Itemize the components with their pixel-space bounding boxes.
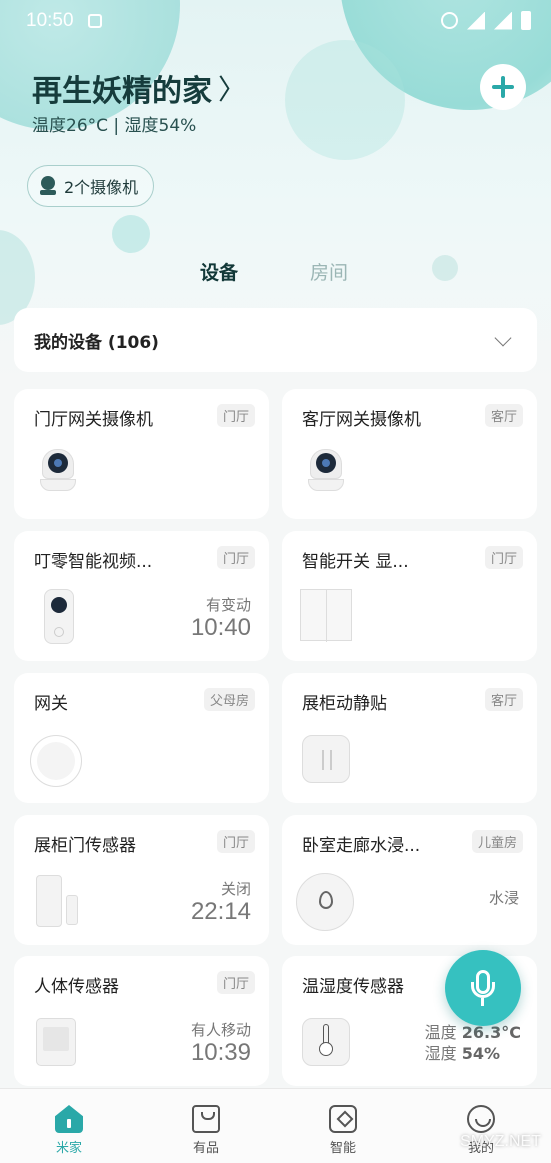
nav-label: 智能 — [329, 1141, 356, 1156]
room-badge: 门厅 — [216, 546, 255, 569]
microphone-base — [481, 998, 484, 1006]
device-status-time: 22:14 — [190, 898, 251, 925]
device-card[interactable]: 叮零智能视频... 门厅 有变动 10:40 — [14, 531, 269, 661]
device-name: 展柜门传感器 — [34, 836, 136, 856]
nav-label: 米家 — [55, 1141, 82, 1156]
device-status-label: 水浸 — [488, 889, 519, 907]
device-name: 展柜动静贴 — [302, 694, 387, 714]
watermark: SMYZ.NET — [460, 1133, 541, 1150]
device-name: 叮零智能视频... — [34, 552, 153, 572]
camera-icon — [308, 447, 352, 501]
signal-icon — [494, 11, 512, 30]
wall-switch-icon — [300, 589, 352, 643]
mi-icon — [87, 14, 102, 28]
motion-sensor-icon — [36, 1014, 80, 1068]
nav-shop[interactable]: 有品 — [166, 1089, 246, 1163]
my-devices-label: 我的设备 (106) — [34, 332, 159, 353]
device-status-time: 10:39 — [190, 1039, 251, 1066]
device-card[interactable]: 人体传感器 门厅 有人移动 10:39 — [14, 956, 269, 1086]
bottom-nav: 米家 有品 智能 我的 — [0, 1088, 551, 1163]
temperature-value: 26.3°C — [461, 1023, 521, 1042]
tab-devices[interactable]: 设备 — [200, 258, 238, 285]
tab-rooms[interactable]: 房间 — [310, 258, 348, 285]
device-name: 智能开关 显... — [302, 552, 409, 572]
device-name: 客厅网关摄像机 — [302, 410, 421, 430]
device-card[interactable]: 展柜动静贴 客厅 — [282, 673, 537, 803]
home-environment: 温度26°C | 湿度54% — [32, 116, 197, 136]
gateway-icon — [30, 731, 82, 787]
device-card[interactable]: 展柜门传感器 门厅 关闭 22:14 — [14, 815, 269, 945]
device-name: 门厅网关摄像机 — [34, 410, 153, 430]
room-badge: 客厅 — [484, 688, 523, 711]
status-time: 10:50 — [26, 10, 74, 31]
room-badge: 门厅 — [216, 404, 255, 427]
room-badge: 儿童房 — [471, 830, 523, 853]
humidity-row: 湿度 54% — [425, 1043, 521, 1064]
device-name: 人体传感器 — [34, 977, 119, 997]
temperature-label: 温度 — [424, 1023, 457, 1042]
device-name: 卧室走廊水浸... — [302, 836, 421, 856]
profile-icon — [467, 1105, 495, 1133]
temperature-row: 温度 26.3°C — [425, 1022, 521, 1043]
device-card[interactable]: 网关 父母房 — [14, 673, 269, 803]
room-badge: 门厅 — [216, 830, 255, 853]
device-card[interactable]: 智能开关 显... 门厅 — [282, 531, 537, 661]
temp-humidity-readout: 温度 26.3°C 湿度 54% — [425, 1022, 521, 1064]
room-badge: 父母房 — [203, 688, 255, 711]
room-badge: 门厅 — [216, 971, 255, 994]
cameras-label: 2个摄像机 — [64, 178, 139, 197]
device-card[interactable]: 卧室走廊水浸... 儿童房 水浸 — [282, 815, 537, 945]
battery-icon — [521, 11, 531, 30]
device-card[interactable]: 客厅网关摄像机 客厅 — [282, 389, 537, 519]
home-name: 再生妖精的家 — [32, 74, 212, 109]
camera-icon — [40, 176, 56, 196]
home-selector[interactable]: 再生妖精的家 〉 — [32, 66, 246, 110]
doorbell-icon — [40, 589, 84, 644]
device-status-label: 关闭 — [220, 880, 251, 898]
water-sensor-icon — [296, 873, 354, 931]
door-sensor-icon — [36, 873, 80, 927]
shop-icon — [192, 1105, 220, 1133]
thermometer-icon — [302, 1014, 350, 1068]
device-name: 网关 — [34, 694, 68, 714]
add-device-button[interactable] — [480, 64, 526, 110]
device-status-label: 有人移动 — [190, 1021, 251, 1039]
humidity-label: 湿度 — [424, 1044, 457, 1063]
chevron-down-icon — [494, 329, 512, 347]
my-devices-dropdown[interactable]: 我的设备 (106) — [14, 308, 537, 372]
status-bar: 10:50 — [0, 0, 551, 42]
humidity-value: 54% — [461, 1044, 501, 1063]
nav-label: 有品 — [192, 1141, 219, 1156]
chevron-right-icon: 〉 — [218, 73, 247, 106]
device-name: 温湿度传感器 — [302, 977, 404, 997]
decor-bubble — [285, 40, 405, 160]
smart-icon — [329, 1105, 357, 1133]
microphone-stand — [471, 982, 495, 998]
decor-bubble — [112, 215, 150, 253]
device-status-label: 有变动 — [205, 596, 251, 614]
voice-assistant-button[interactable] — [445, 950, 521, 1026]
camera-icon — [40, 447, 84, 501]
alarm-icon — [441, 12, 458, 29]
device-card[interactable]: 门厅网关摄像机 门厅 — [14, 389, 269, 519]
view-tabs: 设备 房间 — [0, 258, 551, 290]
cameras-button[interactable]: 2个摄像机 — [27, 165, 155, 207]
nav-smart[interactable]: 智能 — [303, 1089, 383, 1163]
signal-icon — [467, 11, 485, 30]
room-badge: 门厅 — [484, 546, 523, 569]
device-status-time: 10:40 — [190, 614, 251, 641]
vibration-sensor-icon — [302, 731, 350, 785]
status-icons — [441, 11, 531, 30]
room-badge: 客厅 — [484, 404, 523, 427]
home-icon — [55, 1105, 83, 1133]
nav-home[interactable]: 米家 — [29, 1089, 109, 1163]
nav-profile[interactable]: 我的 — [441, 1089, 521, 1163]
